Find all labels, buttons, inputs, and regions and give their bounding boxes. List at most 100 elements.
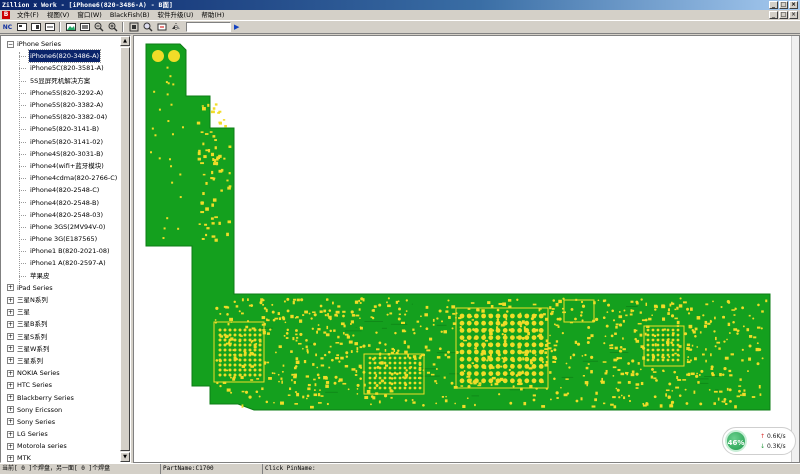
pcb-pad[interactable]	[354, 300, 359, 304]
pcb-pad[interactable]	[258, 328, 262, 332]
pcb-pad[interactable]	[429, 337, 433, 341]
pcb-pad[interactable]	[326, 325, 329, 330]
pcb-pad[interactable]	[474, 356, 479, 362]
pcb-pad[interactable]	[686, 307, 689, 311]
pcb-pad[interactable]	[158, 108, 161, 111]
pcb-pad[interactable]	[739, 378, 742, 381]
pcb-pad[interactable]	[238, 328, 242, 332]
pcb-pad[interactable]	[240, 312, 244, 315]
pcb-pad[interactable]	[538, 342, 544, 348]
pcb-pad[interactable]	[291, 373, 296, 376]
pcb-pad[interactable]	[378, 356, 382, 360]
tree-node-group[interactable]: + HTC Series	[2, 379, 120, 391]
pcb-pad[interactable]	[261, 316, 266, 320]
pcb-pad[interactable]	[305, 339, 308, 342]
pcb-pad[interactable]	[200, 131, 204, 134]
pcb-pad[interactable]	[466, 397, 469, 400]
pcb-pad[interactable]	[228, 363, 232, 367]
pcb-pad[interactable]	[346, 335, 350, 339]
pcb-pad[interactable]	[490, 304, 494, 308]
pcb-pad[interactable]	[656, 358, 660, 362]
pcb-pad[interactable]	[637, 362, 640, 365]
pcb-pad[interactable]	[686, 347, 690, 351]
pcb-pad[interactable]	[705, 348, 707, 351]
pcb-pad[interactable]	[758, 384, 761, 389]
pcb-pad[interactable]	[581, 319, 584, 322]
pcb-pad[interactable]	[403, 340, 407, 344]
pcb-pad[interactable]	[419, 325, 422, 328]
pcb-pad[interactable]	[445, 395, 447, 398]
pcb-pad[interactable]	[274, 351, 277, 354]
pcb-pad[interactable]	[372, 309, 375, 312]
pcb-pad[interactable]	[308, 312, 311, 315]
pcb-pad[interactable]	[323, 331, 327, 334]
tree-node-model[interactable]: iPhone 3G(E187565)	[2, 233, 120, 245]
menu-upgrade[interactable]: 软件升级(U)	[154, 10, 198, 20]
pcb-pad[interactable]	[253, 353, 257, 357]
pcb-pad[interactable]	[633, 329, 636, 333]
pcb-pad[interactable]	[623, 309, 626, 312]
pcb-pad[interactable]	[651, 343, 655, 347]
pcb-pad[interactable]	[524, 313, 530, 319]
pcb-pad[interactable]	[502, 371, 508, 376]
pcb-pad[interactable]	[687, 312, 691, 315]
pcb-pad[interactable]	[359, 326, 363, 330]
pcb-pad[interactable]	[731, 309, 736, 311]
pcb-pad[interactable]	[495, 364, 501, 369]
pcb-pad[interactable]	[408, 366, 412, 370]
pcb-pad[interactable]	[666, 348, 670, 352]
pcb-pad[interactable]	[351, 368, 356, 371]
pcb-pad[interactable]	[607, 303, 611, 307]
expand-toggle-icon[interactable]: +	[7, 369, 14, 377]
pcb-pad[interactable]	[738, 389, 741, 393]
pcb-pad[interactable]	[510, 349, 515, 355]
pcb-pad[interactable]	[266, 332, 270, 335]
pcb-pad[interactable]	[326, 402, 329, 406]
pcb-pad[interactable]	[474, 313, 479, 319]
pcb-pad[interactable]	[435, 368, 438, 370]
pcb-pad[interactable]	[741, 306, 745, 310]
pcb-pad[interactable]	[610, 403, 614, 406]
pcb-pad[interactable]	[368, 361, 372, 365]
pcb-pad[interactable]	[211, 222, 215, 225]
pcb-pad[interactable]	[604, 372, 608, 375]
pcb-pad[interactable]	[395, 300, 398, 304]
pcb-pad[interactable]	[661, 333, 665, 337]
pcb-pad[interactable]	[297, 342, 302, 345]
pcb-pad[interactable]	[325, 384, 329, 388]
pcb-pad[interactable]	[210, 110, 215, 114]
canvas-scrollbar[interactable]	[791, 36, 799, 462]
pcb-pad[interactable]	[418, 361, 422, 365]
pcb-pad[interactable]	[524, 320, 530, 326]
pcb-pad[interactable]	[228, 358, 232, 362]
zoom-out-icon[interactable]	[92, 22, 105, 33]
pcb-pad[interactable]	[398, 356, 402, 360]
pcb-pad[interactable]	[340, 356, 344, 360]
pcb-pad[interactable]	[403, 356, 407, 360]
pcb-pad[interactable]	[462, 404, 466, 408]
pcb-pad[interactable]	[565, 378, 569, 380]
pcb-pad[interactable]	[401, 321, 406, 325]
pcb-pad[interactable]	[266, 319, 270, 322]
pcb-pad[interactable]	[759, 393, 762, 396]
pcb-pad[interactable]	[304, 310, 308, 314]
pcb-pad[interactable]	[181, 126, 184, 129]
pcb-pad[interactable]	[440, 330, 443, 333]
pcb-pad[interactable]	[166, 66, 169, 69]
pcb-pad[interactable]	[413, 366, 417, 370]
pcb-pad[interactable]	[280, 377, 283, 380]
pcb-pad[interactable]	[233, 373, 237, 377]
pcb-pad[interactable]	[544, 363, 548, 367]
pcb-pad[interactable]	[629, 400, 631, 402]
pcb-pad[interactable]	[384, 348, 387, 352]
pcb-pad[interactable]	[542, 361, 544, 364]
pcb-pad[interactable]	[615, 387, 618, 390]
pcb-pad[interactable]	[452, 312, 456, 315]
pcb-pad[interactable]	[619, 345, 623, 349]
pcb-pad[interactable]	[634, 337, 637, 341]
pcb-pad[interactable]	[435, 382, 438, 385]
pcb-pad[interactable]	[544, 351, 548, 354]
pcb-pad[interactable]	[478, 382, 482, 385]
pcb-pad[interactable]	[296, 392, 300, 397]
pcb-pad[interactable]	[712, 300, 714, 303]
